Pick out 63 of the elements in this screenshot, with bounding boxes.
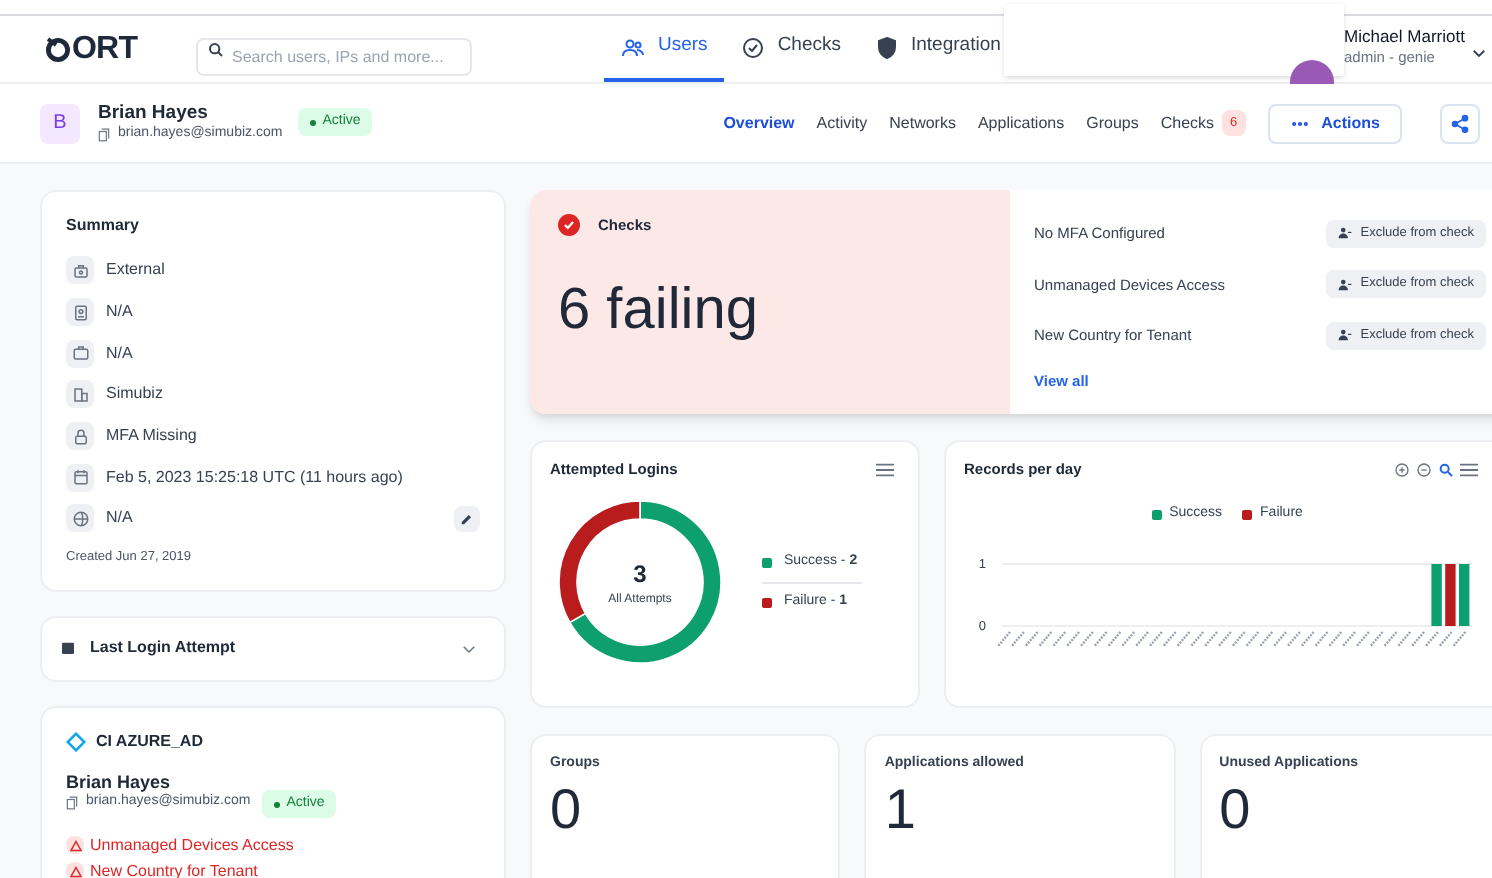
avatar: B <box>40 103 80 143</box>
building-icon <box>66 380 94 409</box>
warning-icon <box>66 862 84 878</box>
profile-tab[interactable]: Groups <box>1086 111 1139 135</box>
user-minus-icon <box>1338 328 1353 343</box>
profile-tab[interactable]: Applications <box>977 111 1065 135</box>
shield-icon <box>873 35 899 59</box>
summary-value: N/A <box>106 300 133 325</box>
user-name: Brian Hayes <box>98 102 210 125</box>
alert-text: Unmanaged Devices Access <box>90 833 294 858</box>
zoom-out-icon[interactable] <box>1416 461 1432 478</box>
search-icon[interactable] <box>1438 461 1454 478</box>
lock-icon <box>66 422 94 451</box>
summary-value: N/A <box>106 506 133 531</box>
zoom-in-icon[interactable] <box>1394 461 1410 478</box>
search-field[interactable]: Search users, IPs and more... <box>196 38 472 76</box>
badge-icon <box>66 298 94 327</box>
failing-count: 6 failing <box>558 276 760 347</box>
summary-value: Feb 5, 2023 15:25:18 UTC (11 hours ago) <box>106 465 403 490</box>
search-icon <box>208 42 224 58</box>
logo-mark-icon <box>44 36 72 62</box>
copy-icon[interactable] <box>66 795 78 810</box>
briefcase-icon <box>66 339 94 368</box>
user-minus-icon <box>1338 277 1353 292</box>
card-title: CI AZURE_AD <box>96 729 203 754</box>
warning-icon <box>66 836 84 855</box>
bar <box>1445 563 1456 626</box>
menu-icon[interactable] <box>1460 461 1478 478</box>
bar <box>1459 563 1470 626</box>
logo: ORT <box>72 33 138 65</box>
stat-value: 1 <box>884 781 918 837</box>
actions-button[interactable]: Actions <box>1267 103 1402 143</box>
share-button[interactable] <box>1440 103 1480 143</box>
globe-icon <box>66 504 94 533</box>
profile-tab[interactable]: Networks <box>889 111 956 135</box>
total-count: 3 <box>633 557 647 592</box>
stat-value: 0 <box>550 781 584 837</box>
share-icon <box>1450 113 1470 133</box>
summary-value: MFA Missing <box>106 424 197 449</box>
copy-icon[interactable] <box>98 127 110 142</box>
bar <box>1431 563 1442 626</box>
check-circle-icon <box>739 35 766 59</box>
users-icon <box>620 35 646 59</box>
diamond-logo-icon <box>66 731 86 752</box>
card-title: Summary <box>66 214 141 238</box>
menu-icon[interactable] <box>876 461 894 478</box>
summary-value: Simubiz <box>106 382 163 407</box>
user-minus-icon <box>1338 226 1353 241</box>
edit-button[interactable] <box>454 505 480 532</box>
profile-tab[interactable]: Activity <box>816 111 868 135</box>
alert-text: New Country for Tenant <box>90 859 258 878</box>
user-name: Brian Hayes <box>66 771 171 792</box>
summary-value: External <box>106 258 165 283</box>
profile-tab[interactable]: Overview <box>723 111 795 135</box>
pencil-icon <box>460 511 474 526</box>
nav-tab[interactable]: Checks <box>723 16 857 82</box>
nav-tab[interactable]: Integration <box>857 16 1017 82</box>
type-icon <box>66 256 94 285</box>
stat-value: 0 <box>1219 781 1253 837</box>
user-name: Michael Marriott <box>1344 26 1465 48</box>
chevron-down-icon[interactable] <box>1470 44 1488 62</box>
summary-value: N/A <box>106 341 133 366</box>
last-login-accordion[interactable]: Last Login Attempt <box>40 615 506 682</box>
